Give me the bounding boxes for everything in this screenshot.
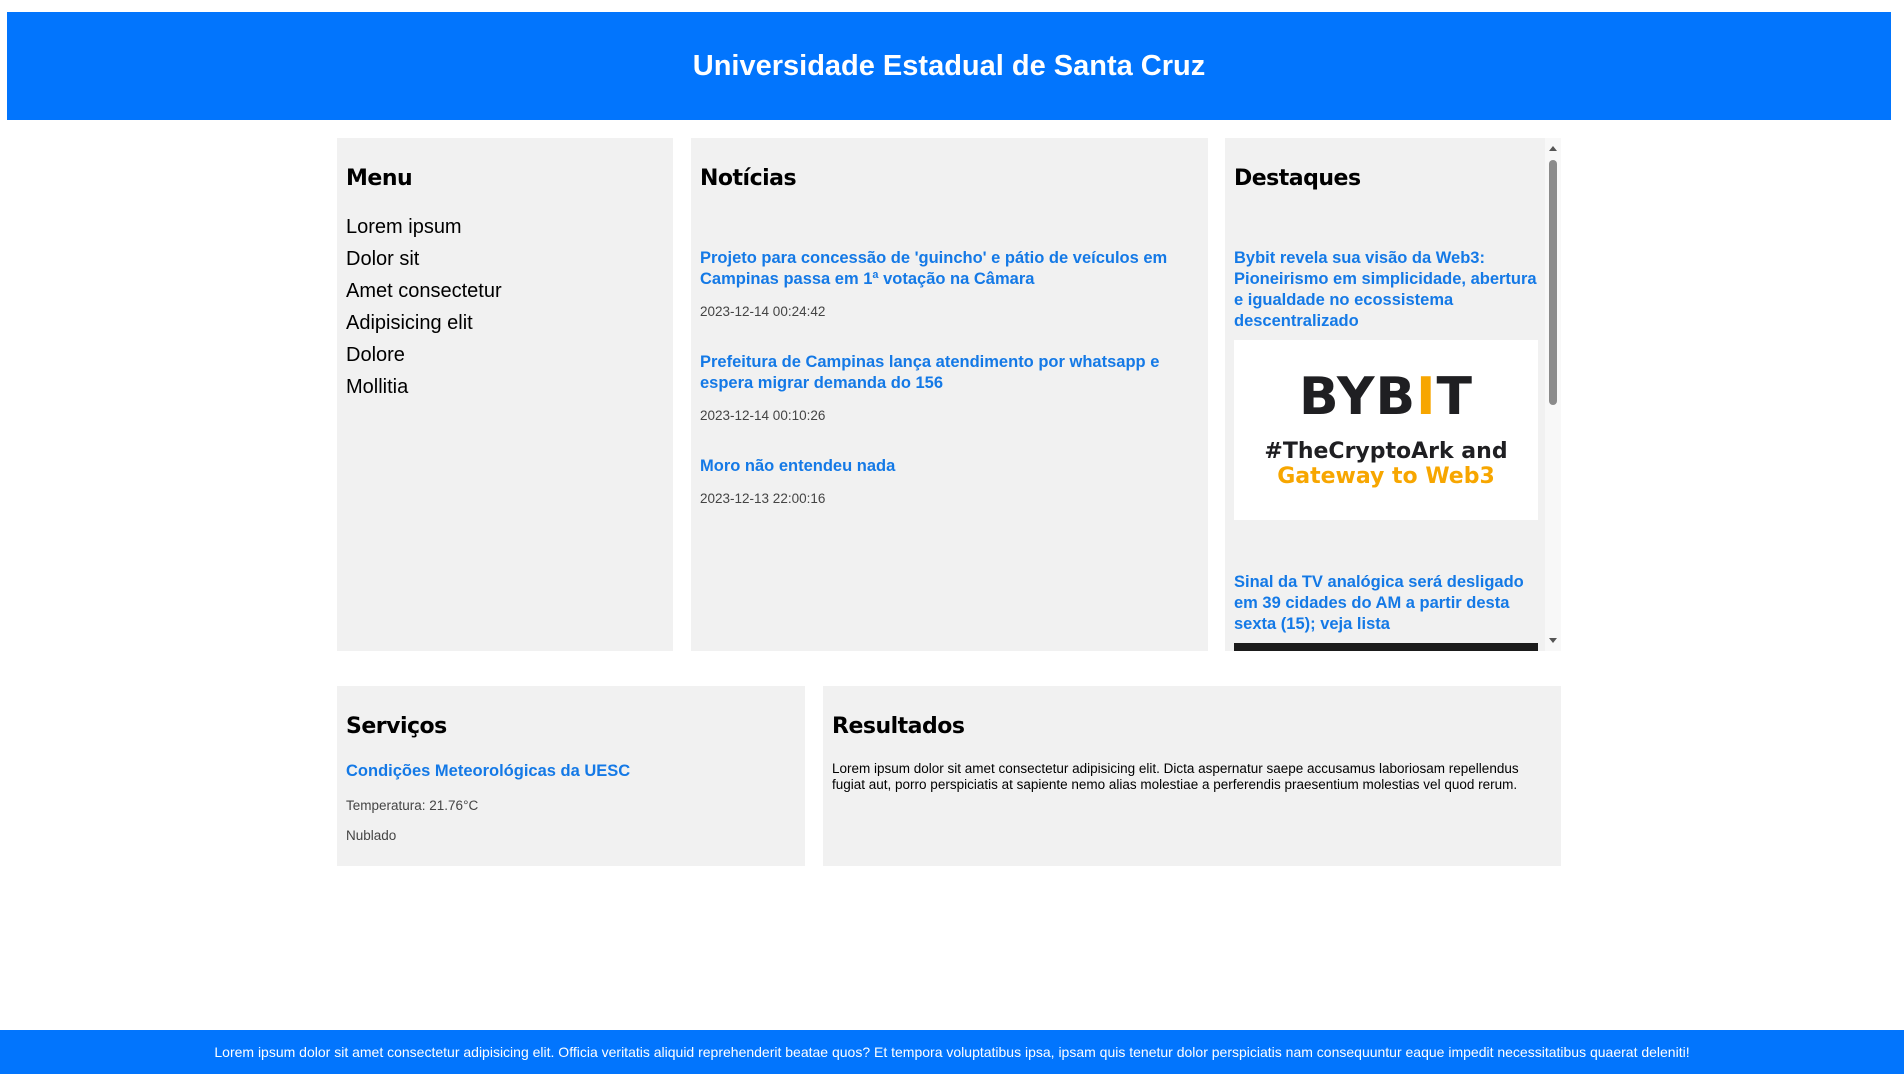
weather-condition: Nublado (346, 828, 397, 843)
news-panel: Notícias Projeto para concessão de 'guin… (691, 138, 1208, 651)
scroll-down-arrow-icon[interactable] (1549, 638, 1557, 643)
news-item: Prefeitura de Campinas lança atendimento… (700, 352, 1200, 423)
weather-link[interactable]: Condições Meteorológicas da UESC (346, 762, 630, 781)
news-link[interactable]: Moro não entendeu nada (700, 456, 1200, 477)
services-heading: Serviços (346, 714, 447, 739)
news-date: 2023-12-14 00:24:42 (700, 304, 826, 319)
highlight-item: Bybit revela sua visão da Web3: Pioneiri… (1234, 248, 1538, 520)
image-caption-line2: Gateway to Web3 (1277, 464, 1495, 489)
menu-item[interactable]: Lorem ipsum (346, 211, 502, 243)
menu-item[interactable]: Amet consectetur (346, 275, 502, 307)
menu-item[interactable]: Dolore (346, 339, 502, 371)
highlight-link[interactable]: Sinal da TV analógica será desligado em … (1234, 572, 1538, 635)
news-link[interactable]: Prefeitura de Campinas lança atendimento… (700, 352, 1200, 394)
highlight-item: Sinal da TV analógica será desligado em … (1234, 572, 1538, 651)
site-header: Universidade Estadual de Santa Cruz (7, 12, 1891, 120)
news-item: Moro não entendeu nada 2023-12-13 22:00:… (700, 456, 1200, 506)
site-footer: Lorem ipsum dolor sit amet consectetur a… (0, 1030, 1904, 1074)
highlights-list: Bybit revela sua visão da Web3: Pioneiri… (1234, 248, 1538, 651)
highlights-panel: Destaques Bybit revela sua visão da Web3… (1225, 138, 1548, 651)
highlight-link[interactable]: Bybit revela sua visão da Web3: Pioneiri… (1234, 248, 1538, 332)
site-title: Universidade Estadual de Santa Cruz (692, 49, 1206, 82)
news-date: 2023-12-13 22:00:16 (700, 491, 826, 506)
highlights-scrollbar[interactable] (1545, 138, 1561, 651)
image-caption-line1: #TheCryptoArk and (1264, 439, 1508, 464)
logo-bar: I (1416, 367, 1437, 427)
menu-item[interactable]: Mollitia (346, 371, 502, 403)
scroll-thumb[interactable] (1549, 160, 1557, 405)
menu-item[interactable]: Dolor sit (346, 243, 502, 275)
logo-text-left: BYB (1299, 367, 1417, 427)
footer-text: Lorem ipsum dolor sit amet consectetur a… (214, 1044, 1690, 1060)
menu-list: Lorem ipsum Dolor sit Amet consectetur A… (346, 211, 502, 403)
results-panel: Resultados Lorem ipsum dolor sit amet co… (823, 686, 1561, 866)
bybit-logo: BYBIT (1299, 371, 1473, 423)
highlights-heading: Destaques (1234, 166, 1361, 191)
menu-panel: Menu Lorem ipsum Dolor sit Amet consecte… (337, 138, 673, 651)
news-date: 2023-12-14 00:10:26 (700, 408, 826, 423)
highlight-image[interactable]: BYBIT #TheCryptoArk and Gateway to Web3 (1234, 340, 1538, 520)
highlight-image[interactable] (1234, 643, 1538, 651)
results-text: Lorem ipsum dolor sit amet consectetur a… (832, 761, 1519, 792)
scroll-up-arrow-icon[interactable] (1549, 146, 1557, 151)
services-panel: Serviços Condições Meteorológicas da UES… (337, 686, 805, 866)
logo-text-right: T (1436, 367, 1473, 427)
news-link[interactable]: Projeto para concessão de 'guincho' e pá… (700, 248, 1200, 290)
results-heading: Resultados (832, 714, 965, 739)
menu-item[interactable]: Adipisicing elit (346, 307, 502, 339)
news-heading: Notícias (700, 166, 797, 191)
menu-heading: Menu (346, 166, 413, 191)
news-item: Projeto para concessão de 'guincho' e pá… (700, 248, 1200, 319)
temperature-text: Temperatura: 21.76°C (346, 798, 479, 813)
news-list: Projeto para concessão de 'guincho' e pá… (700, 248, 1200, 539)
